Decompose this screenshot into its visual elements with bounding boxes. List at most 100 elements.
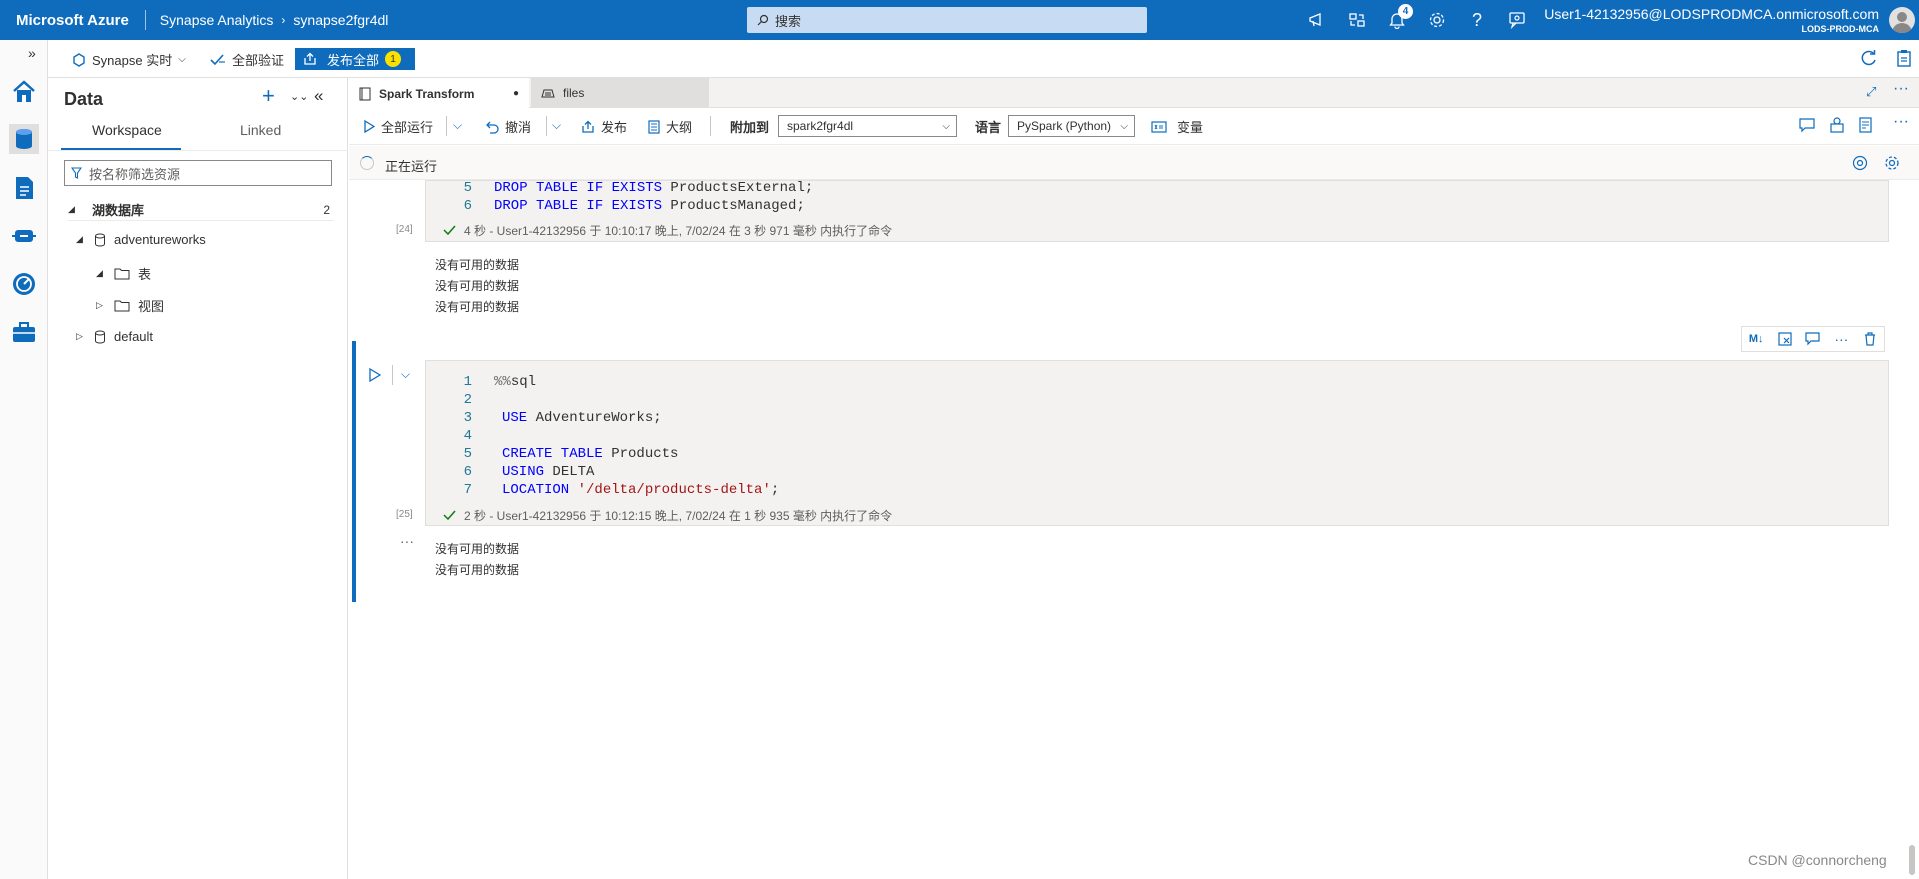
divider — [392, 365, 393, 385]
resource-filter-input[interactable]: 按名称筛选资源 — [64, 160, 332, 186]
code-text: ProductsManaged; — [662, 198, 805, 214]
line-number: 2 — [463, 392, 472, 408]
more-options-icon[interactable]: ··· — [1893, 80, 1909, 98]
tab-workspace[interactable]: Workspace — [92, 122, 162, 138]
expand-rail-icon[interactable]: » — [28, 45, 36, 61]
tree-item-views[interactable]: ▷ 视图 — [96, 296, 164, 315]
breadcrumb-service[interactable]: Synapse Analytics — [146, 12, 282, 28]
execution-status: 2 秒 - User1-42132956 于 10:12:15 晚上, 7/02… — [443, 507, 892, 524]
tab-files[interactable]: files — [531, 78, 709, 108]
language-dropdown[interactable]: PySpark (Python) ⌵ — [1008, 115, 1135, 137]
tree-item-tables[interactable]: ◢ 表 — [96, 264, 151, 283]
data-hub-icon[interactable] — [9, 124, 39, 154]
line-number: 4 — [463, 428, 472, 444]
add-resource-plus-icon[interactable]: + — [262, 85, 275, 107]
comments-icon[interactable] — [1799, 118, 1815, 133]
refresh-icon[interactable] — [1860, 49, 1878, 67]
tree-item-default[interactable]: ▷ default — [76, 329, 153, 344]
user-account-name[interactable]: User1-42132956@LODSPRODMCA.onmicrosoft.c… — [1544, 6, 1879, 22]
clipboard-icon[interactable] — [1896, 49, 1912, 67]
validate-all-button[interactable]: 全部验证 — [210, 50, 284, 69]
outline-button[interactable]: 大纲 — [648, 117, 692, 136]
execution-text: 4 秒 - User1-42132956 于 10:10:17 晚上, 7/02… — [464, 224, 893, 238]
expanded-triangle-icon: ◢ — [76, 234, 83, 244]
more-options-icon[interactable]: ··· — [1893, 113, 1909, 131]
live-mode-dropdown[interactable]: Synapse 实时 ⌵ — [72, 50, 186, 69]
session-config-icon[interactable] — [1829, 117, 1845, 133]
more-options-icon[interactable]: ··· — [1828, 328, 1854, 350]
line-number: 5 — [463, 446, 472, 462]
directory-switch-icon[interactable] — [1345, 8, 1369, 32]
add-comment-icon[interactable] — [1800, 328, 1826, 350]
code-editor[interactable]: 1 %%sql 2 3 USE AdventureWorks; 4 5 CREATE … — [452, 373, 780, 499]
folder-icon — [114, 268, 130, 280]
collapse-panel-icon[interactable]: « — [314, 86, 323, 106]
publish-button[interactable]: 发布 — [581, 117, 627, 136]
feedback-icon[interactable] — [1505, 8, 1529, 32]
code-text: sql — [510, 374, 537, 390]
announcement-icon[interactable] — [1305, 8, 1329, 32]
expanded-triangle-icon: ◢ — [68, 204, 75, 214]
session-status-icon[interactable] — [1852, 155, 1868, 171]
avatar[interactable] — [1889, 7, 1915, 33]
vertical-scrollbar[interactable] — [1909, 845, 1915, 875]
home-icon[interactable] — [10, 78, 38, 106]
manage-hub-icon[interactable] — [10, 318, 38, 346]
settings-gear-icon[interactable] — [1884, 155, 1900, 171]
publish-all-button[interactable]: 发布全部 1 — [295, 48, 415, 70]
run-all-button[interactable]: 全部运行 — [364, 117, 433, 136]
develop-hub-icon[interactable] — [10, 174, 38, 202]
tab-linked[interactable]: Linked — [240, 122, 281, 138]
code-text: Products — [602, 446, 679, 462]
properties-icon[interactable] — [1858, 117, 1874, 133]
breadcrumb-workspace[interactable]: synapse2fgr4dl — [285, 12, 396, 28]
unsaved-dot-icon[interactable]: ● — [513, 88, 519, 99]
integrate-hub-icon[interactable] — [10, 222, 38, 250]
run-cell-play-icon[interactable] — [369, 368, 381, 382]
code-text: AdventureWorks; — [527, 410, 662, 426]
tree-item-label: adventureworks — [114, 232, 206, 247]
attach-to-value: spark2fgr4dl — [787, 119, 854, 133]
tree-item-adventureworks[interactable]: ◢ adventureworks — [76, 232, 206, 247]
publish-all-label: 发布全部 — [327, 52, 380, 68]
lake-database-section[interactable]: ◢ 湖数据库 2 — [68, 199, 334, 221]
validate-check-icon — [210, 53, 225, 65]
active-cell-indicator — [352, 341, 356, 602]
delete-cell-icon[interactable] — [1857, 328, 1883, 350]
attach-to-dropdown[interactable]: spark2fgr4dl ⌵ — [778, 115, 957, 137]
code-text: ; — [770, 482, 780, 498]
help-question-icon[interactable]: ? — [1465, 8, 1489, 32]
play-icon — [364, 120, 375, 133]
undo-options-chevron-icon[interactable]: ⌵ — [552, 118, 561, 133]
language-label: 语言 — [975, 120, 1002, 135]
sql-keyword: USE — [502, 410, 528, 426]
settings-gear-icon[interactable] — [1425, 8, 1449, 32]
variables-icon — [1151, 120, 1167, 133]
markdown-toggle-icon[interactable]: M↓ — [1743, 328, 1769, 350]
variables-button[interactable]: 变量 — [1151, 117, 1203, 136]
success-check-icon — [443, 510, 456, 521]
brand-link[interactable]: Microsoft Azure — [0, 12, 145, 29]
line-number: 6 — [463, 198, 472, 214]
code-text: DELTA — [544, 464, 595, 480]
undo-button[interactable]: 撤消 — [485, 117, 531, 136]
divider — [48, 150, 348, 151]
publish-upload-icon — [304, 52, 316, 65]
line-number: 5 — [463, 180, 472, 196]
magic-prefix: %% — [494, 374, 511, 390]
clear-output-icon[interactable] — [1772, 328, 1798, 350]
cell-toolbar: M↓ ··· — [1741, 326, 1885, 352]
maximize-icon[interactable]: ⤢ — [1866, 84, 1876, 100]
tab-spark-transform[interactable]: Spark Transform ● — [349, 78, 529, 109]
session-status-bar — [349, 146, 1919, 180]
collapse-all-icon[interactable]: ⌄⌄ — [290, 90, 308, 103]
search-input[interactable]: 搜索 — [747, 7, 1147, 33]
run-all-label: 全部运行 — [381, 120, 434, 135]
file-tab-icon — [541, 89, 555, 98]
monitor-hub-icon[interactable] — [10, 270, 38, 298]
run-options-chevron-icon[interactable]: ⌵ — [453, 118, 462, 133]
outline-icon — [648, 119, 660, 134]
code-text: ProductsExternal; — [662, 180, 814, 196]
run-options-chevron-icon[interactable]: ⌵ — [401, 367, 410, 382]
output-options-icon[interactable]: ··· — [400, 533, 414, 549]
